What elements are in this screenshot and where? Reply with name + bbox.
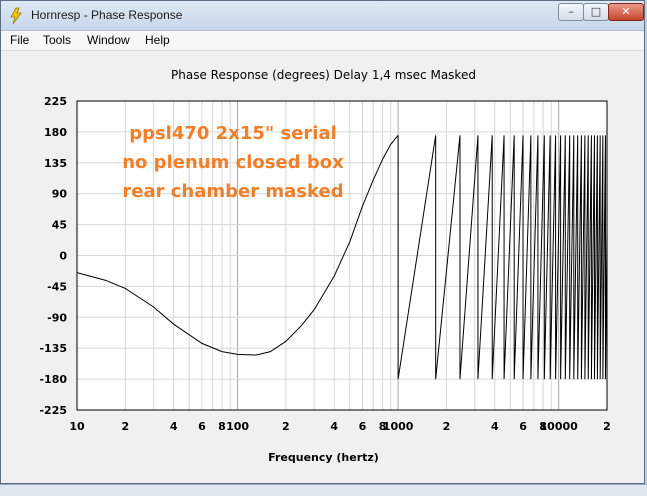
title-bar[interactable]: Hornresp - Phase Response – □ ✕ xyxy=(1,1,644,31)
close-button[interactable]: ✕ xyxy=(608,3,644,21)
x-tick-label: 2 xyxy=(603,420,611,433)
annotation-line: ppsl470 2x15" serial xyxy=(129,123,337,144)
x-tick-label: 4 xyxy=(170,420,178,433)
y-tick-label: -180 xyxy=(39,373,67,386)
y-tick-label: -225 xyxy=(39,404,67,417)
x-tick-label: 6 xyxy=(359,420,367,433)
y-tick-label: 225 xyxy=(44,95,67,108)
phase-response-chart: 22518013590450-45-90-135-180-22510 2 4 6 8 10… xyxy=(39,95,611,433)
x-tick-label: 6 xyxy=(198,420,206,433)
x-tick-label: 4 xyxy=(330,420,338,433)
y-tick-label: 135 xyxy=(44,157,67,170)
y-tick-label: -90 xyxy=(47,311,67,324)
menu-tools[interactable]: Tools xyxy=(43,33,71,47)
x-tick-label: 10 xyxy=(69,420,85,433)
y-tick-label: -135 xyxy=(39,342,67,355)
window-title: Hornresp - Phase Response xyxy=(31,8,183,22)
x-tick-label: 2 xyxy=(282,420,290,433)
maximize-button[interactable]: □ xyxy=(583,3,609,21)
menu-help[interactable]: Help xyxy=(145,33,170,47)
app-window: Hornresp - Phase Response – □ ✕ File Too… xyxy=(0,0,645,484)
x-tick-label: 100 xyxy=(226,420,249,433)
menu-window[interactable]: Window xyxy=(87,33,130,47)
x-axis-label: Frequency (hertz) xyxy=(268,451,379,464)
annotation-line: no plenum closed box xyxy=(122,152,344,173)
minimize-button[interactable]: – xyxy=(558,3,584,21)
y-tick-label: 0 xyxy=(59,250,67,263)
x-tick-label: 2 xyxy=(443,420,451,433)
y-tick-label: -45 xyxy=(47,280,67,293)
y-tick-label: 90 xyxy=(52,188,68,201)
x-tick-label: 1000 xyxy=(383,420,414,433)
x-tick-label: 10000 xyxy=(540,420,579,433)
menu-file[interactable]: File xyxy=(10,33,29,47)
menu-bar: File Tools Window Help xyxy=(1,31,644,51)
x-tick-label: 8 xyxy=(218,420,226,433)
y-tick-label: 45 xyxy=(52,219,67,232)
x-tick-label: 6 xyxy=(519,420,527,433)
lightning-app-icon xyxy=(10,7,22,25)
desktop-strip xyxy=(0,484,647,496)
annotation-line: rear chamber masked xyxy=(122,181,343,202)
x-tick-label: 4 xyxy=(491,420,499,433)
x-tick-label: 2 xyxy=(122,420,130,433)
y-tick-label: 180 xyxy=(44,126,67,139)
chart-panel: Phase Response (degrees) Delay 1,4 msec … xyxy=(5,53,640,479)
